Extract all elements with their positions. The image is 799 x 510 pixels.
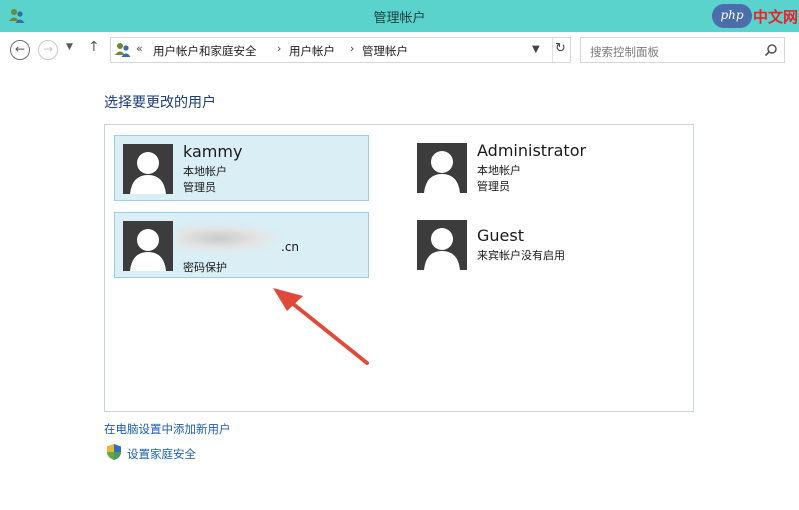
address-bar[interactable]: « 用户帐户和家庭安全 › 用户帐户 › 管理帐户 ▼ ↻ — [110, 37, 571, 63]
avatar — [417, 143, 467, 193]
user-silhouette-icon — [130, 229, 166, 271]
account-tile-guest[interactable]: Guest 来宾帐户没有启用 — [409, 212, 664, 278]
account-type: 本地帐户 — [477, 164, 521, 177]
accounts-panel: kammy 本地帐户 管理员 Administrator 本地帐户 管理员 .c… — [104, 124, 694, 412]
search-icon[interactable] — [764, 43, 778, 57]
watermark-logo: php — [712, 4, 752, 28]
account-name: .cn — [281, 240, 300, 254]
account-tile-administrator[interactable]: Administrator 本地帐户 管理员 — [409, 135, 664, 201]
account-type: 本地帐户 — [183, 165, 227, 178]
back-button[interactable]: ← — [10, 40, 30, 60]
search-placeholder: 搜索控制面板 — [590, 45, 659, 59]
shield-icon — [107, 444, 121, 460]
window-title: 管理帐户 — [373, 11, 426, 26]
refresh-icon: ↻ — [555, 41, 566, 56]
avatar — [417, 220, 467, 270]
up-arrow-icon: ↑ — [88, 39, 100, 55]
user-silhouette-icon — [424, 151, 460, 193]
add-user-link[interactable]: 在电脑设置中添加新用户 — [104, 421, 231, 437]
chevron-down-icon: ▼ — [532, 44, 540, 55]
title-bar: 管理帐户 php 中文网 — [0, 0, 799, 32]
watermark: php 中文网 — [712, 4, 799, 28]
family-safety-link[interactable]: 设置家庭安全 — [127, 446, 196, 462]
account-name: Guest — [477, 226, 524, 245]
control-panel-icon — [115, 43, 131, 57]
blurred-email — [177, 223, 281, 253]
account-name: Administrator — [477, 141, 587, 160]
user-silhouette-icon — [130, 152, 166, 194]
account-tile-kammy[interactable]: kammy 本地帐户 管理员 — [114, 135, 369, 201]
address-toolbar: ← → ▼ ↑ « 用户帐户和家庭安全 › 用户帐户 › 管理帐户 ▼ ↻ 搜索… — [0, 32, 799, 70]
forward-button[interactable]: → — [38, 40, 58, 60]
page-title: 选择要更改的用户 — [104, 95, 216, 111]
breadcrumb-user-accounts[interactable]: 用户帐户 — [289, 43, 335, 59]
account-name: kammy — [183, 142, 243, 161]
annotation-arrow — [273, 288, 369, 365]
account-status: 密码保护 — [183, 261, 227, 274]
divider — [552, 38, 553, 62]
avatar — [123, 221, 173, 271]
breadcrumb-manage-accounts[interactable]: 管理帐户 — [362, 43, 408, 59]
avatar — [123, 144, 173, 194]
back-arrow-icon: ← — [14, 42, 26, 56]
breadcrumb-separator[interactable]: › — [350, 42, 354, 55]
breadcrumb-overflow[interactable]: « — [136, 42, 143, 55]
recent-pages-button[interactable]: ▼ — [66, 42, 73, 52]
up-button[interactable]: ↑ — [88, 39, 100, 55]
account-status: 来宾帐户没有启用 — [477, 249, 565, 262]
forward-arrow-icon: → — [42, 42, 54, 56]
search-input[interactable]: 搜索控制面板 — [580, 37, 785, 63]
address-dropdown-button[interactable]: ▼ — [532, 44, 540, 55]
refresh-button[interactable]: ↻ — [555, 41, 566, 56]
account-tile-microsoft[interactable]: .cn 密码保护 — [114, 212, 369, 278]
account-role: 管理员 — [477, 180, 510, 193]
breadcrumb-separator[interactable]: › — [277, 42, 281, 55]
account-role: 管理员 — [183, 181, 216, 194]
watermark-text: 中文网 — [753, 8, 799, 26]
user-silhouette-icon — [424, 228, 460, 270]
breadcrumb-family-safety[interactable]: 用户帐户和家庭安全 — [153, 43, 257, 59]
chevron-down-icon: ▼ — [66, 42, 73, 52]
